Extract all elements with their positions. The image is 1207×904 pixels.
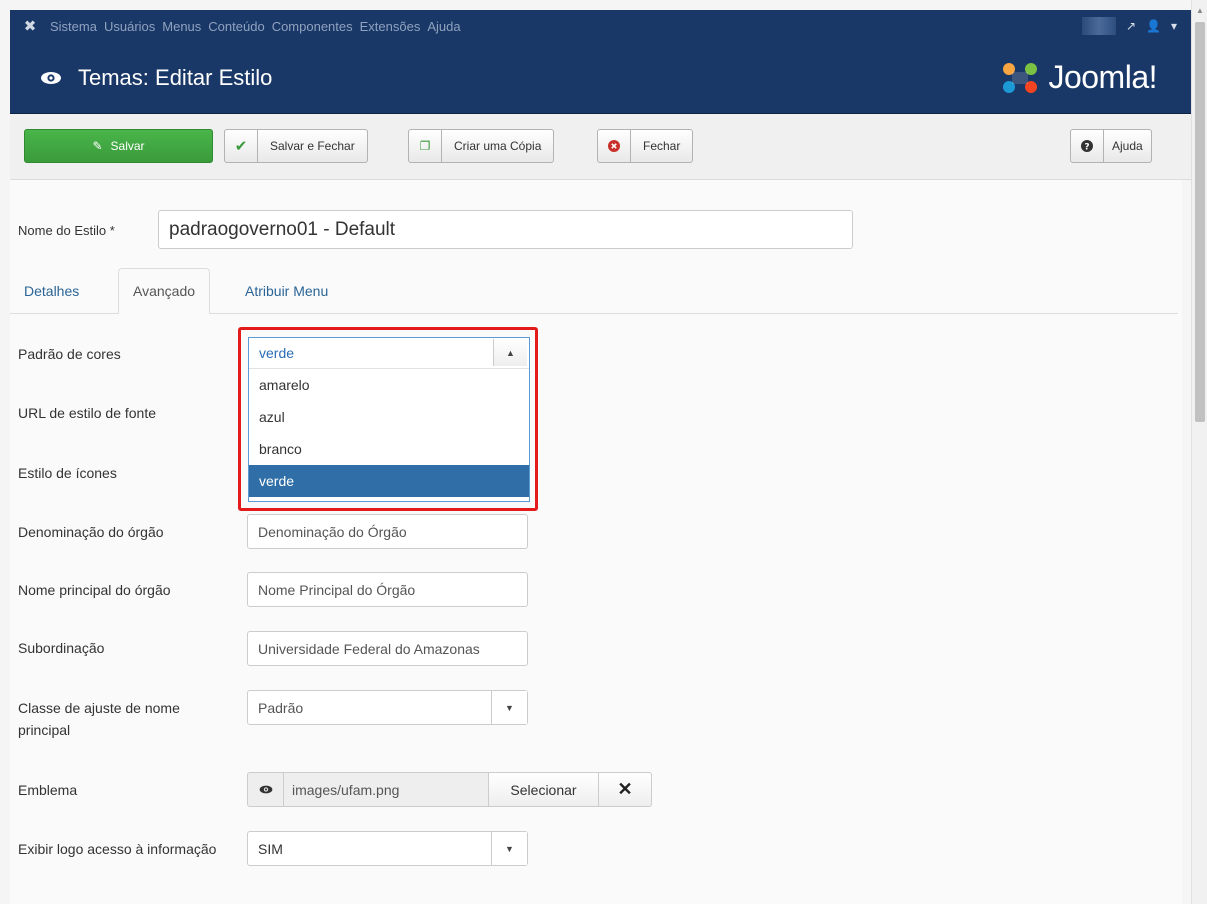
site-name-blurred[interactable] bbox=[1081, 17, 1116, 35]
org-name-input[interactable]: Denominação do Órgão bbox=[247, 514, 528, 549]
joomla-menu-icon[interactable]: ✖ bbox=[10, 17, 50, 35]
save-close-label: Salvar e Fechar bbox=[270, 139, 355, 153]
edit-icon: ✎ bbox=[92, 139, 103, 153]
show-logo-value: SIM bbox=[258, 840, 283, 857]
check-icon: ✔ bbox=[225, 130, 258, 162]
top-right-controls: ↗ 👤 ▾ bbox=[1081, 17, 1191, 35]
tab-assign-menu[interactable]: Atribuir Menu bbox=[231, 268, 342, 314]
eye-icon bbox=[41, 71, 61, 84]
joomla-wordmark: Joomla! bbox=[1048, 59, 1157, 95]
user-caret-icon[interactable]: ▾ bbox=[1171, 19, 1177, 33]
page-header: Temas: Editar Estilo Joomla! bbox=[10, 42, 1191, 114]
emblem-label: Emblema bbox=[18, 782, 78, 798]
org-name-label: Denominação do órgão bbox=[18, 524, 164, 540]
scroll-up-icon[interactable]: ▲ bbox=[1196, 6, 1204, 15]
copy-button[interactable]: ❐ Criar uma Cópia bbox=[408, 129, 555, 163]
user-icon[interactable]: 👤 bbox=[1146, 19, 1161, 33]
tab-bar: Detalhes Avançado Atribuir Menu bbox=[10, 268, 1178, 314]
chevron-down-icon: ▼ bbox=[491, 832, 527, 865]
subordination-input[interactable]: Universidade Federal do Amazonas bbox=[247, 631, 528, 666]
eye-preview-icon[interactable] bbox=[247, 772, 284, 807]
copy-icon: ❐ bbox=[409, 130, 442, 162]
menu-menus[interactable]: Menus bbox=[162, 19, 201, 34]
name-class-label: Classe de ajuste de nome principal bbox=[18, 700, 180, 738]
joomla-logo: Joomla! bbox=[1000, 59, 1157, 96]
scrollbar-thumb[interactable] bbox=[1195, 22, 1205, 422]
top-navbar: ✖ Sistema Usuários Menus Conteúdo Compon… bbox=[10, 10, 1191, 42]
name-class-select[interactable]: Padrão ▼ bbox=[247, 690, 528, 725]
org-main-name-label: Nome principal do órgão bbox=[18, 582, 171, 598]
emblem-path: images/ufam.png bbox=[284, 772, 489, 807]
save-close-button[interactable]: ✔ Salvar e Fechar bbox=[224, 129, 368, 163]
icon-style-label: Estilo de ícones bbox=[18, 465, 117, 481]
chevron-down-icon: ▼ bbox=[491, 691, 527, 724]
external-link-icon[interactable]: ↗ bbox=[1126, 19, 1136, 33]
top-menu: Sistema Usuários Menus Conteúdo Componen… bbox=[50, 19, 461, 34]
save-button[interactable]: ✎ Salvar bbox=[24, 129, 213, 163]
show-logo-label: Exibir logo acesso à informação bbox=[18, 841, 217, 857]
emblem-media-field: images/ufam.png Selecionar ✕ bbox=[247, 772, 652, 807]
tab-details[interactable]: Detalhes bbox=[10, 268, 93, 314]
toolbar: ✎ Salvar ✔ Salvar e Fechar ❐ Criar uma C… bbox=[10, 114, 1191, 180]
question-icon: ? bbox=[1071, 130, 1104, 162]
help-button[interactable]: ? Ajuda bbox=[1070, 129, 1152, 163]
close-label: Fechar bbox=[643, 139, 681, 153]
name-class-value: Padrão bbox=[258, 699, 304, 716]
close-circle-icon bbox=[598, 130, 631, 162]
emblem-clear-button[interactable]: ✕ bbox=[599, 772, 652, 807]
svg-text:?: ? bbox=[1084, 143, 1089, 153]
menu-componentes[interactable]: Componentes bbox=[272, 19, 353, 34]
menu-conteudo[interactable]: Conteúdo bbox=[208, 19, 264, 34]
font-url-label: URL de estilo de fonte bbox=[18, 405, 157, 421]
subordination-label: Subordinação bbox=[18, 640, 105, 656]
emblem-select-button[interactable]: Selecionar bbox=[489, 772, 599, 807]
scrollbar[interactable]: ▲ bbox=[1191, 0, 1207, 904]
help-label: Ajuda bbox=[1112, 139, 1143, 153]
menu-sistema[interactable]: Sistema bbox=[50, 19, 97, 34]
save-label: Salvar bbox=[110, 139, 145, 153]
org-main-name-input[interactable]: Nome Principal do Órgão bbox=[247, 572, 528, 607]
copy-label: Criar uma Cópia bbox=[454, 139, 542, 153]
show-logo-select[interactable]: SIM ▼ bbox=[247, 831, 528, 866]
menu-extensoes[interactable]: Extensões bbox=[360, 19, 421, 34]
color-pattern-label: Padrão de cores bbox=[18, 346, 121, 362]
red-highlight-box bbox=[238, 327, 538, 511]
joomla-logo-icon bbox=[1003, 62, 1038, 93]
style-name-label: Nome do Estilo * bbox=[18, 223, 115, 238]
menu-usuarios[interactable]: Usuários bbox=[104, 19, 155, 34]
menu-ajuda[interactable]: Ajuda bbox=[427, 19, 460, 34]
close-button[interactable]: Fechar bbox=[597, 129, 694, 163]
tab-advanced[interactable]: Avançado bbox=[118, 268, 211, 314]
style-name-input[interactable]: padraogoverno01 - Default bbox=[158, 210, 853, 249]
page-title: Temas: Editar Estilo bbox=[78, 64, 273, 90]
main-content: Nome do Estilo * padraogoverno01 - Defau… bbox=[10, 180, 1182, 904]
